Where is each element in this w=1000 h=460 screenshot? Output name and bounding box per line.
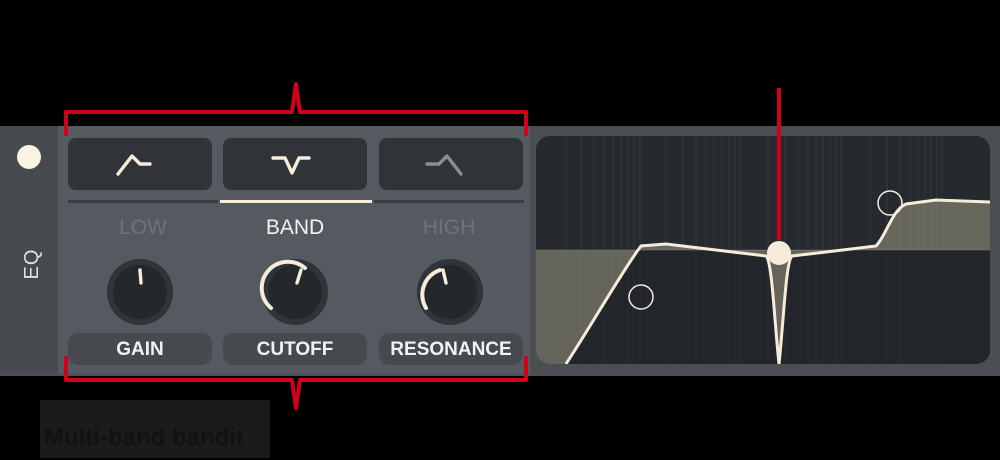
cutoff-knob[interactable]: [259, 256, 331, 328]
high-shelf-button[interactable]: [379, 138, 523, 190]
resonance-button[interactable]: RESONANCE: [379, 333, 523, 365]
tab-low[interactable]: LOW: [68, 216, 218, 240]
band-notch-button[interactable]: [223, 138, 367, 190]
low-shelf-icon: [116, 154, 152, 176]
tab-band[interactable]: BAND: [220, 216, 370, 240]
gain-knob[interactable]: [104, 256, 176, 328]
gain-button[interactable]: GAIN: [68, 333, 212, 365]
high-shelf-icon: [425, 154, 463, 176]
tab-rule-high: [374, 200, 524, 203]
tab-rule-low: [68, 200, 218, 203]
band-notch-icon: [271, 156, 311, 175]
tab-rule-band: [220, 200, 372, 203]
eq-response-graph: [536, 136, 990, 364]
eq-response-display: [536, 136, 990, 364]
tab-high[interactable]: HIGH: [374, 216, 524, 240]
power-toggle[interactable]: [17, 145, 41, 169]
caption-text: Multi-band bandit: [44, 424, 244, 451]
eq-section-label: EQ: [21, 248, 43, 280]
band-handle[interactable]: [767, 241, 791, 265]
resonance-knob[interactable]: [414, 256, 486, 328]
low-shelf-button[interactable]: [68, 138, 212, 190]
cutoff-button[interactable]: CUTOFF: [223, 333, 367, 365]
